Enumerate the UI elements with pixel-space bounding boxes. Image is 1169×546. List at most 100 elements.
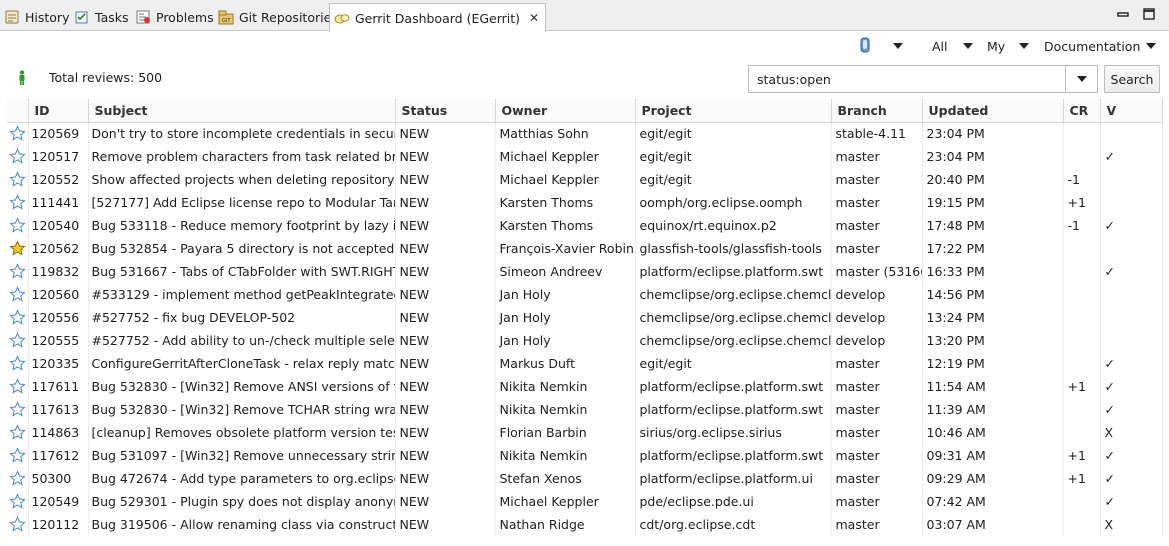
filter-all-button[interactable]: All <box>932 36 948 56</box>
star-toggle[interactable] <box>7 191 29 214</box>
star-toggle[interactable] <box>7 513 29 536</box>
cell-code-review <box>1063 237 1101 260</box>
star-toggle[interactable] <box>7 122 29 145</box>
star-toggle[interactable] <box>7 237 29 260</box>
cell-branch: master <box>831 398 923 421</box>
star-toggle[interactable] <box>7 375 29 398</box>
minimize-icon[interactable] <box>1116 8 1130 20</box>
table-row[interactable]: 114863 [cleanup] Removes obsolete platfor… <box>7 421 1163 444</box>
tab-tasks[interactable]: Tasks <box>72 4 129 30</box>
table-row[interactable]: 120517 Remove problem characters from tas… <box>7 145 1163 168</box>
table-row[interactable]: 120556 #527752 - fix bug DEVELOP-502 NEW Ja… <box>7 306 1163 329</box>
filter-documentation-dropdown[interactable] <box>1146 36 1156 56</box>
table-row[interactable]: 120335 ConfigureGerritAfterCloneTask - re… <box>7 352 1163 375</box>
server-selector-button[interactable] <box>858 36 872 56</box>
column-header-owner[interactable]: Owner <box>495 99 636 123</box>
column-header-branch[interactable]: Branch <box>831 99 923 123</box>
cell-id: 117612 <box>28 444 89 467</box>
star-toggle[interactable] <box>7 490 29 513</box>
cell-code-review: +1 <box>1063 191 1101 214</box>
cell-id: 120335 <box>28 352 89 375</box>
maximize-icon[interactable] <box>1142 8 1156 20</box>
table-body: 120569 Don't try to store incomplete cred… <box>7 122 1163 536</box>
table-row[interactable]: 117612 Bug 531097 - [Win32] Remove unnece… <box>7 444 1163 467</box>
search-button[interactable]: Search <box>1104 65 1160 93</box>
table-row[interactable]: 120540 Bug 533118 - Reduce memory footpri… <box>7 214 1163 237</box>
chevron-down-icon <box>1019 43 1029 49</box>
cell-id: 120555 <box>28 329 89 352</box>
star-toggle[interactable] <box>7 145 29 168</box>
column-header-v[interactable]: V <box>1100 99 1163 123</box>
column-header-cr[interactable]: CR <box>1063 99 1101 123</box>
filter-my-label: My <box>987 38 1006 54</box>
table-row[interactable]: 117613 Bug 532830 - [Win32] Remove TCHAR … <box>7 398 1163 421</box>
table-row[interactable]: 111441 [527177] Add Eclipse license repo … <box>7 191 1163 214</box>
filter-my-button[interactable]: My <box>987 36 1005 56</box>
column-header-updated[interactable]: Updated <box>922 99 1064 123</box>
table-row[interactable]: 119832 Bug 531667 - Tabs of CTabFolder wi… <box>7 260 1163 283</box>
table-row[interactable]: 120560 #533129 - implement method getPeak… <box>7 283 1163 306</box>
column-header-project[interactable]: Project <box>635 99 832 123</box>
tab-history[interactable]: History <box>2 4 69 30</box>
cell-branch: master <box>831 145 923 168</box>
column-header-status[interactable]: Status <box>395 99 496 123</box>
tab-git-repositories[interactable]: GIT Git Repositories <box>216 4 338 30</box>
column-header-subject[interactable]: Subject <box>88 99 396 123</box>
star-toggle[interactable] <box>7 467 29 490</box>
cell-status: NEW <box>395 260 496 283</box>
star-icon <box>9 493 27 510</box>
table-row[interactable]: 120555 #527752 - Add ability to un-/check… <box>7 329 1163 352</box>
cell-project: chemclipse/org.eclipse.chemclipse <box>635 306 832 329</box>
cell-project: egit/egit <box>635 145 832 168</box>
column-header-id[interactable]: ID <box>28 99 89 123</box>
star-icon <box>9 148 27 165</box>
star-toggle[interactable] <box>7 260 29 283</box>
cell-id: 111441 <box>28 191 89 214</box>
cell-code-review <box>1063 513 1101 536</box>
tab-problems[interactable]: Problems <box>133 4 214 30</box>
search-input[interactable] <box>749 66 1065 92</box>
cell-updated: 16:33 PM <box>922 260 1064 283</box>
table-row[interactable]: 117611 Bug 532830 - [Win32] Remove ANSI v… <box>7 375 1163 398</box>
filter-all-label: All <box>932 38 948 54</box>
star-toggle[interactable] <box>7 306 29 329</box>
tab-gerrit-dashboard[interactable]: Gerrit Dashboard (EGerrit) ✕ <box>329 3 547 32</box>
cell-owner: Nikita Nemkin <box>495 398 636 421</box>
search-history-dropdown[interactable] <box>1065 66 1097 92</box>
table-row[interactable]: 120552 Show affected projects when deleti… <box>7 168 1163 191</box>
close-icon[interactable]: ✕ <box>529 11 539 25</box>
star-toggle[interactable] <box>7 421 29 444</box>
cell-verified <box>1100 306 1163 329</box>
cell-project: equinox/rt.equinox.p2 <box>635 214 832 237</box>
cell-subject: ConfigureGerritAfterCloneTask - relax re… <box>88 352 396 375</box>
filter-documentation-button[interactable]: Documentation <box>1044 36 1140 56</box>
star-toggle[interactable] <box>7 398 29 421</box>
table-row[interactable]: 120549 Bug 529301 - Plugin spy does not d… <box>7 490 1163 513</box>
cell-owner: François-Xavier Robin <box>495 237 636 260</box>
table-row[interactable]: 120569 Don't try to store incomplete cred… <box>7 122 1163 145</box>
column-header-star[interactable] <box>7 99 29 123</box>
table-row[interactable]: 50300 Bug 472674 - Add type parameters to… <box>7 467 1163 490</box>
star-toggle[interactable] <box>7 444 29 467</box>
cell-updated: 07:42 AM <box>922 490 1064 513</box>
cell-id: 120552 <box>28 168 89 191</box>
star-toggle[interactable] <box>7 214 29 237</box>
cell-updated: 14:56 PM <box>922 283 1064 306</box>
cell-branch: master <box>831 490 923 513</box>
filter-all-dropdown[interactable] <box>963 36 973 56</box>
cell-status: NEW <box>395 237 496 260</box>
table-row[interactable]: 120562 Bug 532854 - Payara 5 directory is… <box>7 237 1163 260</box>
star-toggle[interactable] <box>7 352 29 375</box>
star-toggle[interactable] <box>7 283 29 306</box>
star-icon <box>9 309 27 326</box>
cell-updated: 20:40 PM <box>922 168 1064 191</box>
cell-updated: 11:39 AM <box>922 398 1064 421</box>
cell-branch: develop <box>831 329 923 352</box>
star-toggle[interactable] <box>7 168 29 191</box>
filter-my-dropdown[interactable] <box>1019 36 1029 56</box>
server-dropdown-button[interactable] <box>893 36 903 56</box>
star-toggle[interactable] <box>7 329 29 352</box>
table-row[interactable]: 120112 Bug 319506 - Allow renaming class … <box>7 513 1163 536</box>
search-combo[interactable] <box>748 65 1098 93</box>
cell-owner: Simeon Andreev <box>495 260 636 283</box>
